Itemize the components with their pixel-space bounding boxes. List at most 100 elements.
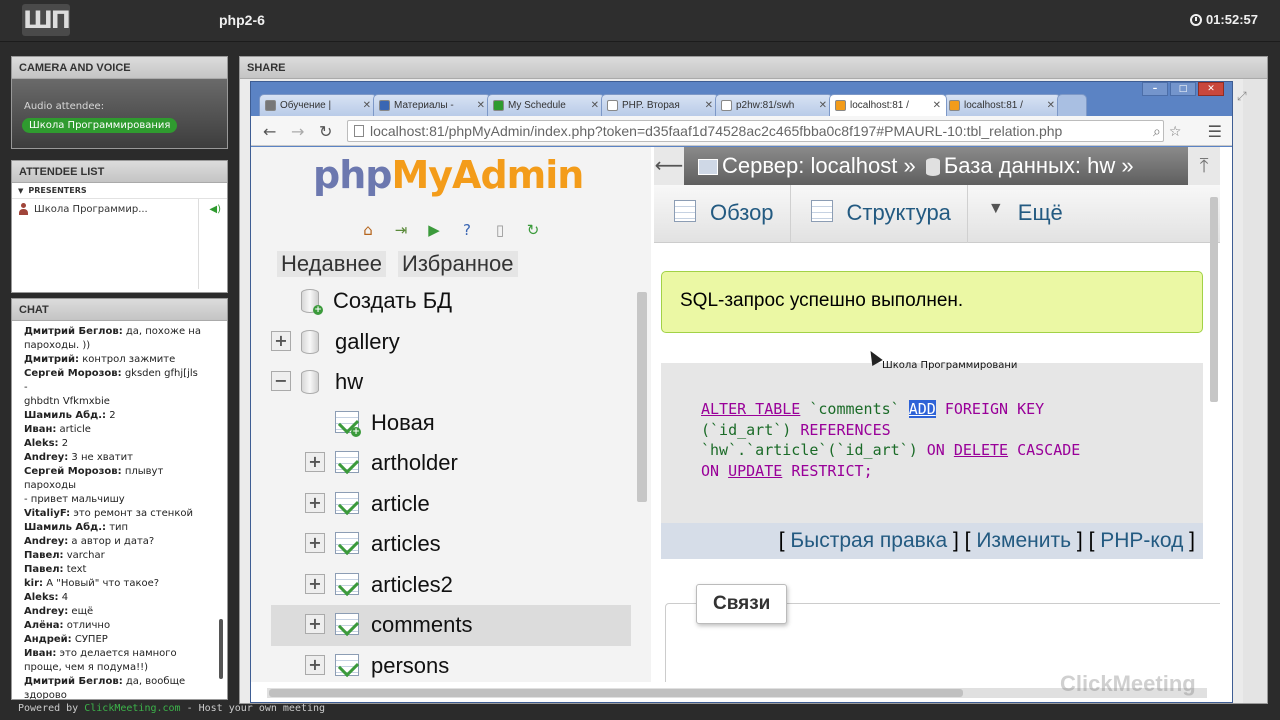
close-window-button[interactable]: ✕ xyxy=(1198,82,1224,96)
attendee-item[interactable]: Школа Программир... ◀) xyxy=(12,199,227,219)
database-icon xyxy=(925,158,940,176)
refresh-icon[interactable]: ↻ xyxy=(520,217,546,243)
chat-message: Дмитрий: контрол зажмите xyxy=(24,353,203,367)
expand-icon[interactable]: + xyxy=(271,330,291,351)
chat-message: Andrey: ещё xyxy=(24,605,203,619)
tree-item[interactable]: + articles2 xyxy=(271,565,631,606)
edit-link[interactable]: Изменить xyxy=(976,529,1071,552)
collapse-icon[interactable]: − xyxy=(271,371,291,391)
main-scrollbar[interactable] xyxy=(1210,197,1218,402)
tree-item[interactable]: − hw xyxy=(271,362,631,403)
tab-close-icon[interactable]: ✕ xyxy=(705,100,713,111)
quick-edit-link[interactable]: Быстрая правка xyxy=(790,529,947,552)
favorites-tab[interactable]: Избранное xyxy=(398,251,518,277)
php-code-link[interactable]: PHP-код xyxy=(1100,529,1183,552)
expand-icon[interactable]: + xyxy=(305,452,325,472)
tab-browse-label: Обзор xyxy=(710,200,774,225)
tab-close-icon[interactable]: ✕ xyxy=(477,100,485,111)
tab-close-icon[interactable]: ✕ xyxy=(819,100,827,111)
tree-item[interactable]: + article xyxy=(271,484,631,525)
browser-tab[interactable]: Обучение | ✕ xyxy=(259,94,377,116)
help-icon[interactable]: ? xyxy=(454,217,480,243)
chat-text: это ремонт за стенкой xyxy=(70,508,193,519)
server-icon xyxy=(698,159,718,175)
chat-text: контрол зажмите xyxy=(79,354,176,365)
attendee-divider xyxy=(198,199,199,289)
search-icon[interactable]: ⌕ xyxy=(1153,124,1161,140)
tab-close-icon[interactable]: ✕ xyxy=(363,100,371,111)
maximize-button[interactable]: □ xyxy=(1170,82,1196,96)
forward-arrow-icon[interactable]: → xyxy=(291,122,304,141)
expand-icon[interactable]: + xyxy=(305,533,325,553)
database-icon xyxy=(301,370,319,394)
tab-browse[interactable]: Обзор xyxy=(654,185,791,243)
chat-text: а автор и дата? xyxy=(68,536,155,547)
docs-icon[interactable]: ▯ xyxy=(487,217,513,243)
nav-scrollbar[interactable] xyxy=(637,292,647,502)
tree-item[interactable]: + gallery xyxy=(271,322,631,363)
attendee-panel-header: ATTENDEE LIST xyxy=(12,161,227,183)
db-tree: + Создать БД + gallery − hw + Новая + artholder… xyxy=(271,281,631,682)
tab-structure[interactable]: Структура xyxy=(791,185,968,243)
tab-more[interactable]: ▼ Ещё xyxy=(968,185,1079,243)
camera-area: Audio attendee: Школа Программирования xyxy=(12,79,227,148)
address-bar[interactable]: localhost:81/phpMyAdmin/index.php?token=… xyxy=(347,120,1164,142)
new-tab-button[interactable] xyxy=(1057,94,1087,116)
phpmyadmin-logo[interactable]: phpMyAdmin xyxy=(313,153,584,197)
table-icon xyxy=(335,613,359,635)
browser-tab[interactable]: localhost:81 / ✕ xyxy=(943,94,1061,116)
expand-icon[interactable]: + xyxy=(305,492,325,513)
reload-icon[interactable]: ↻ xyxy=(319,122,332,141)
relations-legend: Связи xyxy=(696,584,788,624)
expand-icon[interactable]: + xyxy=(305,614,325,634)
query-window-icon[interactable]: ▶ xyxy=(421,217,447,243)
tab-close-icon[interactable]: ✕ xyxy=(933,100,941,111)
chat-scrollbar[interactable] xyxy=(219,619,223,679)
tree-item[interactable]: + comments xyxy=(271,605,631,646)
tab-close-icon[interactable]: ✕ xyxy=(1047,100,1055,111)
home-icon[interactable]: ⌂ xyxy=(355,217,381,243)
chat-message: Павел: text xyxy=(24,563,203,577)
chat-message: здорово xyxy=(24,689,203,699)
presenters-group[interactable]: ▼ PRESENTERS xyxy=(12,183,227,199)
recent-tab[interactable]: Недавнее xyxy=(277,251,387,277)
expand-icon[interactable]: + xyxy=(305,573,325,594)
browser-tab[interactable]: PHP. Вторая ✕ xyxy=(601,94,719,116)
chat-text: СУПЕР xyxy=(71,634,108,645)
favicon-icon xyxy=(607,100,618,111)
camera-voice-panel: CAMERA AND VOICE Audio attendee: Школа П… xyxy=(11,56,228,149)
logout-icon[interactable]: ⇥ xyxy=(388,217,414,243)
tree-item[interactable]: + persons xyxy=(271,646,631,683)
breadcrumb-db[interactable]: База данных: hw xyxy=(944,153,1115,178)
tree-item[interactable]: + artholder xyxy=(271,443,631,484)
omnibox-icons: ⌕ ☆ xyxy=(1153,124,1181,140)
browser-tab[interactable]: My Schedule ✕ xyxy=(487,94,605,116)
bookmark-star-icon[interactable]: ☆ xyxy=(1169,124,1182,140)
table-icon xyxy=(335,451,359,473)
browser-tab[interactable]: Материалы - ✕ xyxy=(373,94,491,116)
chat-author: Дмитрий Беглов: xyxy=(24,676,123,687)
tree-item-create-db[interactable]: + Создать БД xyxy=(271,281,631,322)
chat-message: Иван: это делается намного xyxy=(24,647,203,661)
fullscreen-icon[interactable]: ⤢ xyxy=(1237,89,1249,103)
browser-menu-icon[interactable]: ☰ xyxy=(1208,122,1222,141)
dropdown-triangle-icon: ▼ xyxy=(987,200,1004,217)
tab-title: My Schedule xyxy=(508,100,566,111)
tree-item[interactable]: + Новая xyxy=(271,403,631,444)
browser-tab[interactable]: localhost:81 / ✕ xyxy=(829,94,947,116)
chat-text: А "Новый" что такое? xyxy=(43,578,160,589)
footer: Powered by ClickMeeting.com - Host your … xyxy=(18,703,325,714)
tab-close-icon[interactable]: ✕ xyxy=(591,100,599,111)
browser-tab[interactable]: p2hw:81/swh ✕ xyxy=(715,94,833,116)
minimize-button[interactable]: – xyxy=(1142,82,1168,96)
tree-item[interactable]: + articles xyxy=(271,524,631,565)
back-arrow-icon[interactable]: ← xyxy=(263,122,276,141)
speaker-icon: ◀) xyxy=(209,204,221,215)
scroll-top-icon[interactable]: ⤒ xyxy=(1188,147,1220,185)
tree-item-label: article xyxy=(371,490,430,516)
clickmeeting-link[interactable]: ClickMeeting.com xyxy=(84,703,180,714)
collapse-nav-icon[interactable]: ⟵ xyxy=(654,147,684,185)
scroll-thumb[interactable] xyxy=(269,689,963,697)
expand-icon[interactable]: + xyxy=(305,654,325,675)
breadcrumb-server[interactable]: Сервер: localhost xyxy=(722,153,897,178)
